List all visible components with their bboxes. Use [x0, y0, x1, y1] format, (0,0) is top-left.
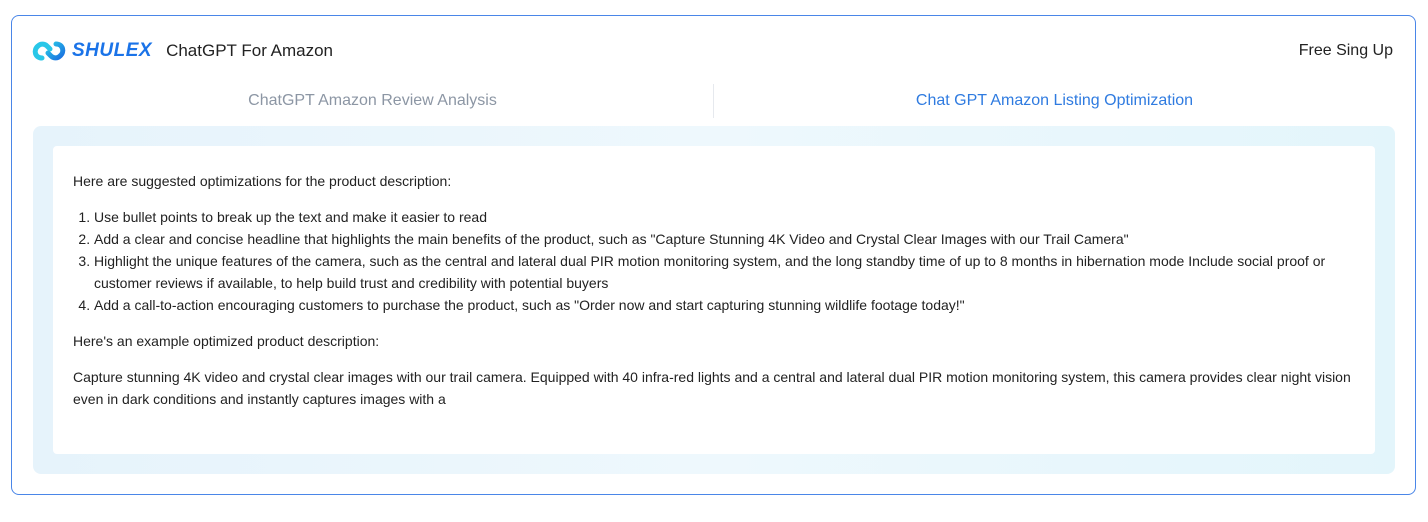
header: SHULEX ChatGPT For Amazon Free Sing Up [32, 36, 1395, 66]
brand-name: SHULEX [72, 40, 153, 61]
list-item: Add a clear and concise headline that hi… [94, 228, 1355, 250]
list-item: Highlight the unique features of the cam… [94, 250, 1355, 294]
shulex-logo-icon [32, 36, 66, 66]
result-panel: Here are suggested optimizations for the… [33, 126, 1395, 474]
example-text: Capture stunning 4K video and crystal cl… [73, 369, 1351, 407]
example-heading: Here's an example optimized product desc… [73, 333, 380, 349]
app-title: ChatGPT For Amazon [166, 41, 333, 60]
tab-listing-optimization[interactable]: Chat GPT Amazon Listing Optimization [714, 92, 1395, 110]
suggestion-list: Use bullet points to break up the text a… [73, 206, 1355, 316]
intro-text: Here are suggested optimizations for the… [73, 173, 452, 189]
list-item: Add a call-to-action encouraging custome… [94, 294, 1355, 316]
list-item: Use bullet points to break up the text a… [94, 206, 1355, 228]
brand-logo[interactable]: SHULEX [32, 36, 152, 66]
result-card: Here are suggested optimizations for the… [53, 146, 1375, 454]
tab-bar: ChatGPT Amazon Review Analysis Chat GPT … [32, 84, 1395, 118]
free-signup-link[interactable]: Free Sing Up [1299, 42, 1395, 60]
tab-review-analysis[interactable]: ChatGPT Amazon Review Analysis [32, 92, 713, 110]
app-frame: SHULEX ChatGPT For Amazon Free Sing Up C… [11, 15, 1416, 495]
